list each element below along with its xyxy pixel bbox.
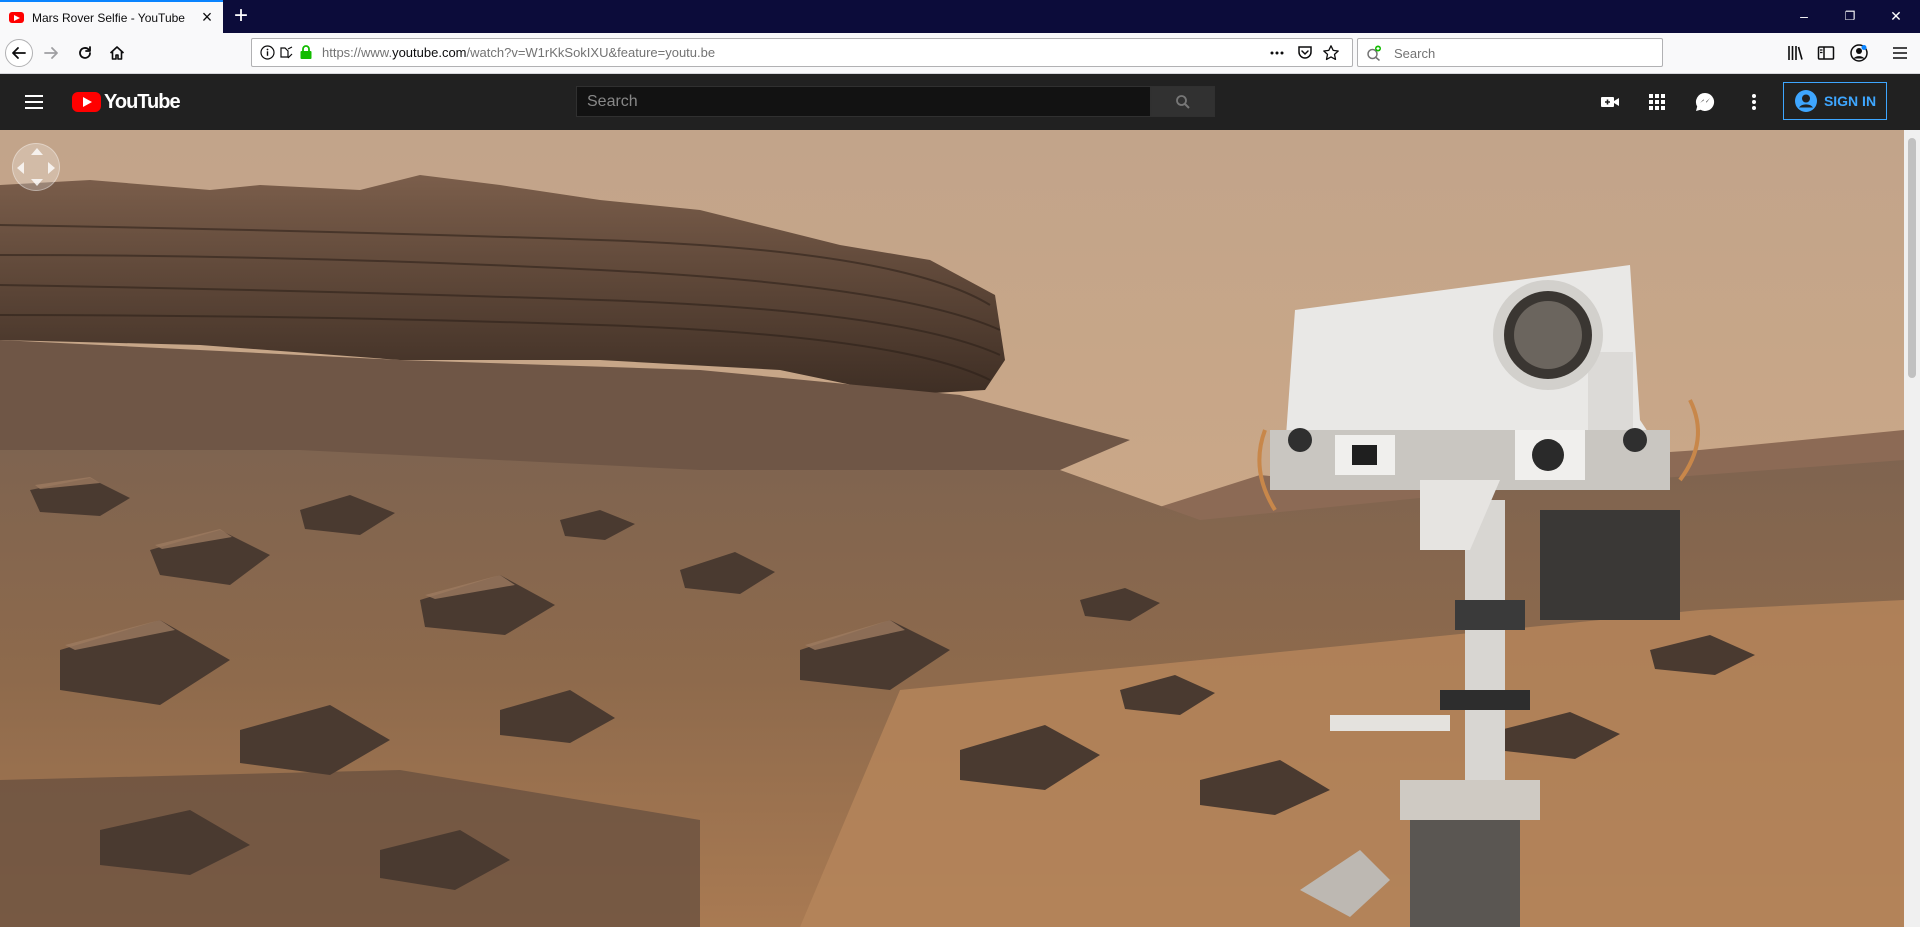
- minimize-button[interactable]: –: [1781, 0, 1827, 33]
- hamburger-icon: [1893, 47, 1907, 59]
- messages-button[interactable]: [1693, 90, 1717, 114]
- library-button[interactable]: [1786, 43, 1806, 63]
- tab-strip: Mars Rover Selfie - YouTube × + – ❐ ✕: [0, 0, 1920, 33]
- star-icon: [1323, 45, 1339, 61]
- back-arrow-icon: [12, 47, 26, 59]
- create-video-button[interactable]: [1598, 90, 1622, 114]
- search-icon: [1176, 94, 1190, 109]
- open-menu-button[interactable]: [1890, 43, 1910, 63]
- scroll-thumb[interactable]: [1908, 138, 1916, 378]
- sign-in-button[interactable]: SIGN IN: [1783, 82, 1887, 120]
- url-text[interactable]: https://www.youtube.com/watch?v=W1rKkSok…: [322, 45, 715, 60]
- more-vertical-icon: [1752, 94, 1756, 110]
- pan-right-icon[interactable]: [48, 162, 55, 174]
- messages-icon: [1695, 92, 1715, 111]
- youtube-masthead: YouTube SIGN IN: [0, 74, 1920, 130]
- reload-icon: [79, 46, 91, 59]
- browser-search-input[interactable]: [1392, 39, 1656, 68]
- youtube-logo[interactable]: YouTube: [72, 90, 181, 113]
- url-prefix: https://www.: [322, 45, 393, 60]
- browser-tab[interactable]: Mars Rover Selfie - YouTube ×: [0, 0, 223, 33]
- menu-icon[interactable]: [22, 90, 46, 114]
- url-path: /watch?v=W1rKkSokIXU&feature=youtu.be: [466, 45, 716, 60]
- page-actions-button[interactable]: [1268, 44, 1286, 62]
- close-window-button[interactable]: ✕: [1873, 0, 1919, 33]
- home-button[interactable]: [103, 39, 131, 67]
- library-icon: [1788, 46, 1803, 60]
- page-scrollbar[interactable]: [1904, 130, 1920, 927]
- forward-arrow-icon: [44, 47, 58, 59]
- youtube-play-icon: [72, 92, 101, 112]
- autoplay-permission-icon[interactable]: [279, 45, 294, 60]
- apps-button[interactable]: [1645, 90, 1669, 114]
- lock-icon: [300, 45, 312, 59]
- browser-search-bar[interactable]: [1357, 38, 1663, 68]
- youtube-favicon-icon: [9, 12, 24, 23]
- navigation-toolbar: https://www.youtube.com/watch?v=W1rKkSok…: [0, 33, 1920, 74]
- search-engine-icon: [1367, 45, 1381, 61]
- site-info-icon[interactable]: [260, 45, 275, 60]
- bookmark-button[interactable]: [1322, 44, 1340, 62]
- forward-button[interactable]: [37, 39, 65, 67]
- home-icon: [109, 46, 125, 60]
- create-video-icon: [1601, 97, 1619, 107]
- settings-more-button[interactable]: [1742, 90, 1766, 114]
- tab-title: Mars Rover Selfie - YouTube: [32, 11, 185, 25]
- pocket-icon: [1298, 46, 1312, 59]
- youtube-search-button[interactable]: [1151, 86, 1215, 117]
- pocket-button[interactable]: [1296, 44, 1314, 62]
- video-player[interactable]: [0, 130, 1904, 927]
- youtube-search-input[interactable]: [577, 87, 1150, 116]
- more-horizontal-icon: [1270, 51, 1284, 55]
- restore-button[interactable]: ❐: [1827, 0, 1873, 33]
- youtube-search-box[interactable]: [576, 86, 1151, 117]
- sign-in-label: SIGN IN: [1823, 93, 1877, 109]
- apps-icon: [1649, 94, 1665, 110]
- close-tab-icon[interactable]: ×: [197, 7, 217, 27]
- mars-panorama-image: [0, 130, 1904, 927]
- pan-left-icon[interactable]: [17, 162, 24, 174]
- reload-button[interactable]: [71, 39, 99, 67]
- account-icon: [1794, 90, 1817, 112]
- back-button[interactable]: [5, 39, 33, 67]
- sidebar-button[interactable]: [1816, 43, 1836, 63]
- account-button[interactable]: [1849, 43, 1869, 63]
- firefox-account-icon: [1850, 44, 1868, 62]
- pan-down-icon[interactable]: [31, 179, 43, 186]
- pan-control-icon[interactable]: [12, 143, 60, 191]
- url-bar[interactable]: https://www.youtube.com/watch?v=W1rKkSok…: [251, 38, 1353, 67]
- sidebar-icon: [1817, 46, 1835, 60]
- pan-up-icon[interactable]: [31, 148, 43, 155]
- url-host: youtube.com: [392, 45, 467, 60]
- youtube-logo-text: YouTube: [104, 90, 181, 113]
- new-tab-button[interactable]: +: [228, 2, 254, 30]
